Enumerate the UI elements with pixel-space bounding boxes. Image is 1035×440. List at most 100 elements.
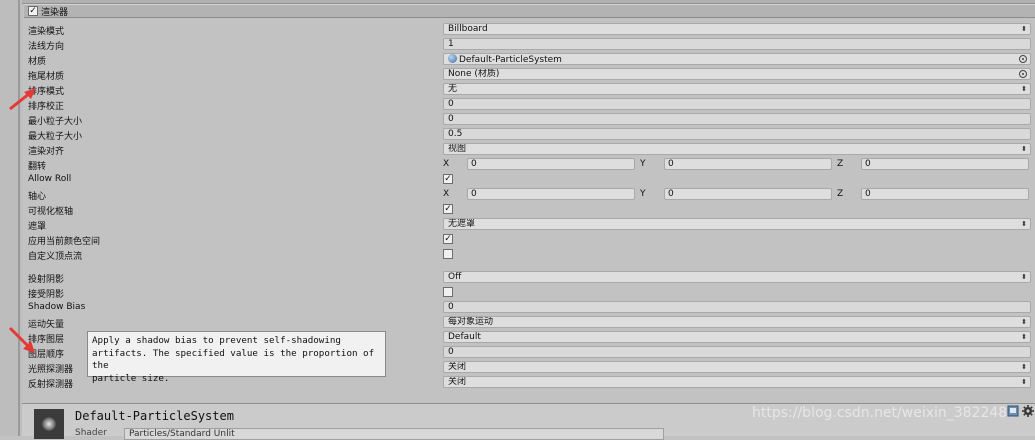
label-flip: 翻转 xyxy=(28,162,47,172)
value-shadow-bias: 0 xyxy=(448,302,454,312)
flip-x-field[interactable]: 0 xyxy=(467,158,635,170)
left-dock xyxy=(0,0,22,436)
dropdown-arrow-icon: ⬍ xyxy=(1021,363,1027,371)
object-field-material[interactable]: Default-ParticleSystem xyxy=(443,53,1031,65)
value-sorting-fudge: 0 xyxy=(448,99,454,109)
dropdown-arrow-icon: ⬍ xyxy=(1021,333,1027,341)
value-order-in-layer: 0 xyxy=(448,347,454,357)
checkbox-allow-roll[interactable]: ✓ xyxy=(443,174,453,184)
dropdown-sorting-layer[interactable]: Default ⬍ xyxy=(443,331,1031,343)
value-render-alignment: 视图 xyxy=(448,144,467,154)
dropdown-arrow-icon: ⬍ xyxy=(1021,85,1027,93)
pivot-y-axis-label: Y xyxy=(640,189,646,199)
checkbox-apply-active-color-space[interactable]: ✓ xyxy=(443,234,453,244)
field-sorting-fudge[interactable]: 0 xyxy=(443,98,1031,110)
renderer-module-header[interactable]: ✓ 渲染器 xyxy=(24,4,1035,18)
flip-x-axis-label: X xyxy=(443,159,450,169)
pivot-z-field[interactable]: 0 xyxy=(861,188,1029,200)
settings-gear-icon[interactable] xyxy=(1022,405,1034,417)
value-max-particle-size: 0.5 xyxy=(448,129,463,139)
field-max-particle-size[interactable]: 0.5 xyxy=(443,128,1031,140)
dropdown-arrow-icon: ⬍ xyxy=(1021,145,1027,153)
property-row-flip: 翻转 X 0 Y 0 Z 0 xyxy=(22,157,1035,172)
material-preview-thumbnail[interactable] xyxy=(34,409,64,439)
dropdown-arrow-icon: ⬍ xyxy=(1021,220,1027,228)
value-motion-vectors: 每对象运动 xyxy=(448,317,494,327)
property-row-trail-material: 拖尾材质 None (材质) xyxy=(22,67,1035,82)
label-material: 材质 xyxy=(28,57,47,67)
pivot-z-axis-label: Z xyxy=(837,189,844,199)
pivot-y-group: Y 0 xyxy=(640,188,834,200)
label-visualize-pivot: 可视化枢轴 xyxy=(28,207,74,217)
field-normal-direction[interactable]: 1 xyxy=(443,38,1031,50)
label-cast-shadows: 投射阴影 xyxy=(28,275,65,285)
object-picker-icon[interactable] xyxy=(1019,55,1027,63)
property-row-cast-shadows: 投射阴影 Off ⬍ xyxy=(22,270,1035,285)
field-min-particle-size[interactable]: 0 xyxy=(443,113,1031,125)
dropdown-masking[interactable]: 无遮罩 ⬍ xyxy=(443,218,1031,230)
pivot-x-field[interactable]: 0 xyxy=(467,188,635,200)
value-light-probes: 关闭 xyxy=(448,362,467,372)
property-row-max-particle-size: 最大粒子大小 0.5 xyxy=(22,127,1035,142)
label-render-alignment: 渲染对齐 xyxy=(28,147,65,157)
value-masking: 无遮罩 xyxy=(448,219,476,229)
dock-divider[interactable] xyxy=(18,0,20,436)
value-material: Default-ParticleSystem xyxy=(459,55,562,65)
label-reflection-probes: 反射探测器 xyxy=(28,380,74,390)
field-order-in-layer[interactable]: 0 xyxy=(443,346,1031,358)
help-book-icon[interactable] xyxy=(1007,405,1019,417)
property-row-sorting-fudge: 排序校正 0 xyxy=(22,97,1035,112)
annotation-arrow-bottom xyxy=(8,326,35,353)
label-allow-roll: Allow Roll xyxy=(28,174,72,184)
property-row-motion-vectors: 运动矢量 每对象运动 ⬍ xyxy=(22,315,1035,330)
dropdown-motion-vectors[interactable]: 每对象运动 ⬍ xyxy=(443,316,1031,328)
value-sort-mode: 无 xyxy=(448,84,458,94)
dropdown-arrow-icon: ⬍ xyxy=(1021,273,1027,281)
flip-x-group: X 0 xyxy=(443,158,637,170)
label-receive-shadows: 接受阴影 xyxy=(28,290,65,300)
property-row-custom-vertex-streams: 自定义顶点流 xyxy=(22,247,1035,262)
property-row-shadow-bias: Shadow Bias 0 xyxy=(22,300,1035,315)
checkbox-custom-vertex-streams[interactable] xyxy=(443,249,453,259)
flip-y-group: Y 0 xyxy=(640,158,834,170)
dropdown-light-probes[interactable]: 关闭 ⬍ xyxy=(443,361,1031,373)
tooltip-line-1: Apply a shadow bias to prevent self-shad… xyxy=(92,335,341,346)
pivot-y-field[interactable]: 0 xyxy=(664,188,832,200)
object-picker-icon[interactable] xyxy=(1019,70,1027,78)
dropdown-sort-mode[interactable]: 无 ⬍ xyxy=(443,83,1031,95)
checkbox-visualize-pivot[interactable]: ✓ xyxy=(443,204,453,214)
dropdown-reflection-probes[interactable]: 关闭 ⬍ xyxy=(443,376,1031,388)
material-name: Default-ParticleSystem xyxy=(75,409,234,423)
flip-z-field[interactable]: 0 xyxy=(861,158,1029,170)
property-row-sort-mode: 排序模式无 ⬍ xyxy=(22,82,1035,97)
object-field-trail-material[interactable]: None (材质) xyxy=(443,68,1031,80)
pivot-x-group: X 0 xyxy=(443,188,637,200)
tooltip-line-2: artifacts. The specified value is the pr… xyxy=(92,347,375,372)
value-reflection-probes: 关闭 xyxy=(448,377,467,387)
label-max-particle-size: 最大粒子大小 xyxy=(28,132,83,142)
label-pivot: 轴心 xyxy=(28,192,47,202)
flip-z-group: Z 0 xyxy=(837,158,1031,170)
watermark: https://blog.csdn.net/weixin_3822480 xyxy=(752,405,1017,421)
label-render-mode: 渲染模式 xyxy=(28,27,65,37)
field-shadow-bias[interactable]: 0 xyxy=(443,301,1031,313)
dropdown-render-alignment[interactable]: 视图 ⬍ xyxy=(443,143,1031,155)
tooltip-line-3: particle size. xyxy=(92,372,170,384)
value-render-mode: Billboard xyxy=(448,24,488,34)
label-light-probes: 光照探测器 xyxy=(28,365,74,375)
property-row-masking: 遮罩 无遮罩 ⬍ xyxy=(22,217,1035,232)
label-min-particle-size: 最小粒子大小 xyxy=(28,117,83,127)
shader-dropdown[interactable]: Particles/Standard Unlit xyxy=(124,428,664,440)
pivot-z-group: Z 0 xyxy=(837,188,1031,200)
value-cast-shadows: Off xyxy=(448,272,462,282)
flip-y-field[interactable]: 0 xyxy=(664,158,832,170)
property-row-allow-roll: Allow Roll ✓ xyxy=(22,172,1035,187)
label-masking: 遮罩 xyxy=(28,222,47,232)
property-row-normal-direction: 法线方向 1 xyxy=(22,37,1035,52)
dropdown-render-mode[interactable]: Billboard ⬍ xyxy=(443,23,1031,35)
value-min-particle-size: 0 xyxy=(448,114,454,124)
value-sorting-layer: Default xyxy=(448,332,481,342)
dropdown-cast-shadows[interactable]: Off ⬍ xyxy=(443,271,1031,283)
checkbox-receive-shadows[interactable] xyxy=(443,287,453,297)
module-enabled-checkbox[interactable]: ✓ xyxy=(28,6,38,16)
